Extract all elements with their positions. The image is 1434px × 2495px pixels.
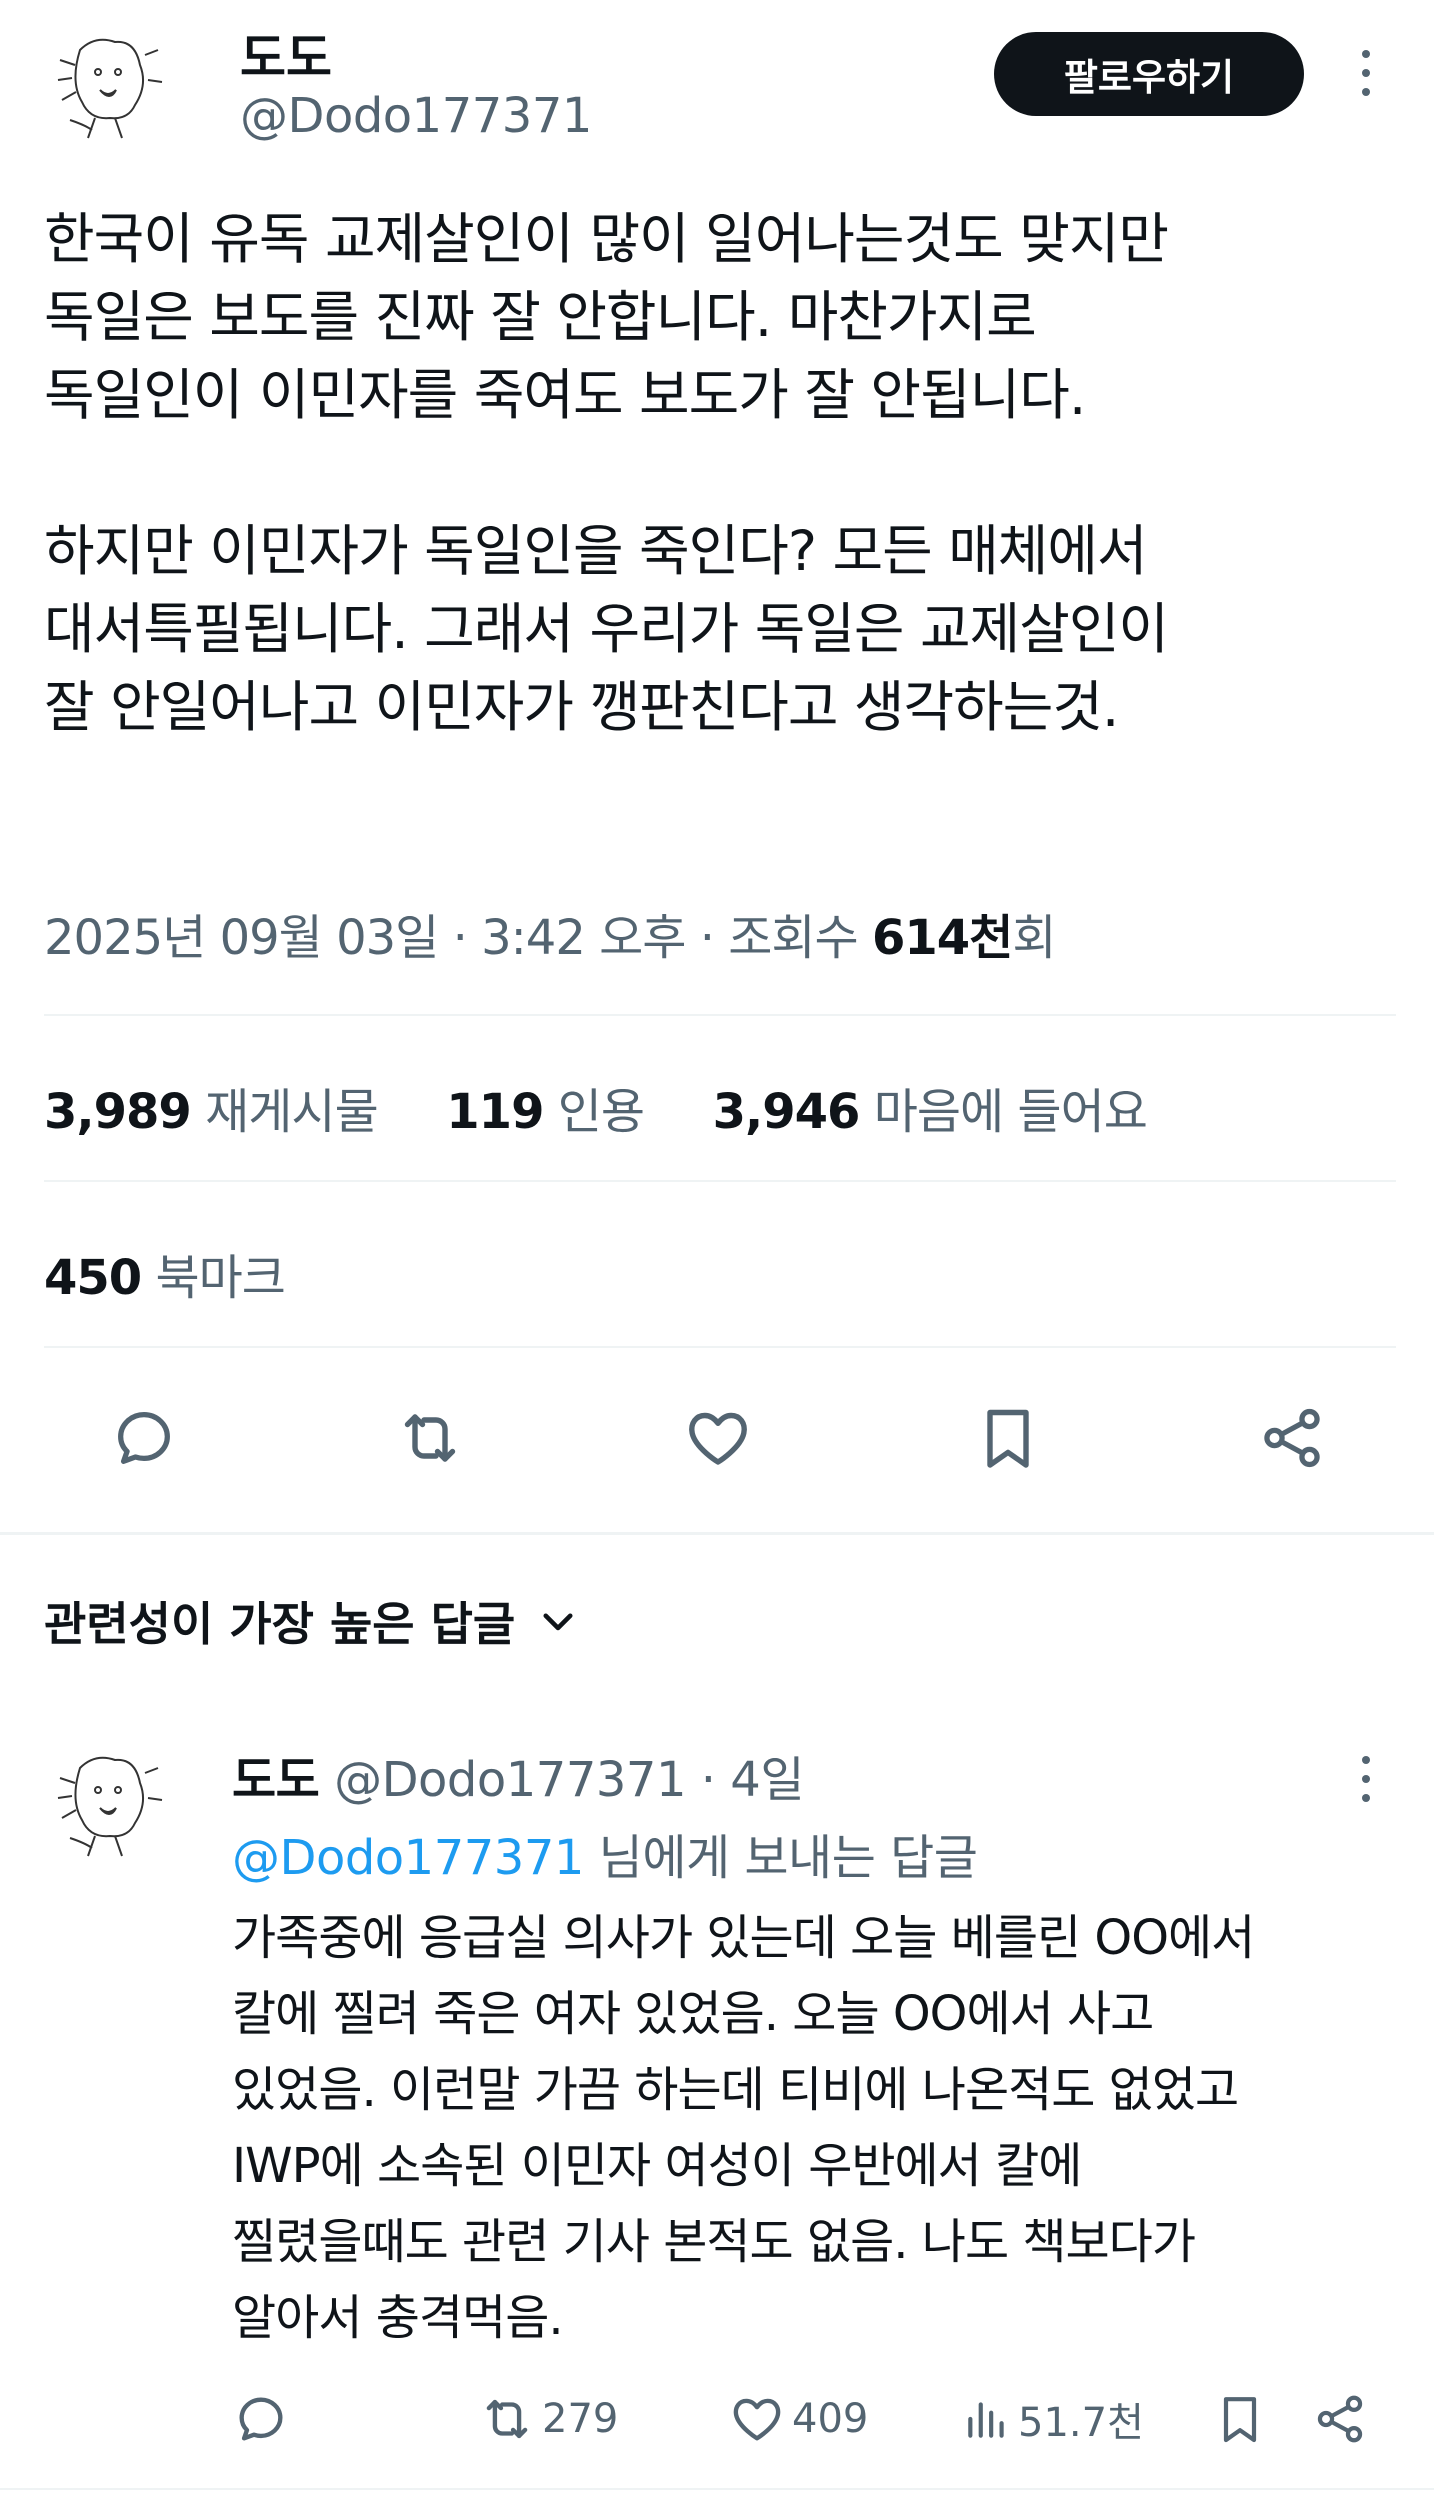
reply-like-count: 409 [792,2396,869,2442]
reply-more-options-icon[interactable] [1356,1756,1376,1802]
replies-sort-label: 관련성이 가장 높은 답글 [44,1597,516,1651]
like-icon [733,2398,781,2441]
reply-text: 가족중에 응급실 의사가 있는데 오늘 베를린 OO에서 칼에 찔려 죽은 여자… [232,1910,1255,2346]
like-icon[interactable] [678,1398,758,1478]
replying-to: @Dodo177371 님에게 보내는 답글 [232,1818,978,1888]
reply-author-handle[interactable]: @Dodo177371 [334,1752,686,1808]
reply-author-avatar[interactable] [40,1738,170,1868]
replying-to-text: 님에게 보내는 답글 [583,1830,978,1886]
bottom-divider [0,2488,1434,2490]
reply-time[interactable]: · 4일 [701,1752,805,1808]
repost-icon[interactable] [390,1398,470,1478]
reposts-stat[interactable]: 3,989 재게시물 [44,1084,379,1140]
reply-bookmark-button[interactable] [1212,2384,1274,2454]
reply-repost-button[interactable]: 279 [478,2384,618,2454]
share-icon[interactable] [1252,1398,1332,1478]
avatar-sketch-icon [57,38,163,139]
follow-button[interactable]: 팔로우하기 [994,32,1304,116]
reply-icon[interactable] [104,1398,184,1478]
tweet-timestamp[interactable]: 2025년 09월 03일 · 3:42 오후 · 조회수 [44,910,872,966]
avatar-sketch-icon [57,1756,163,1857]
bookmark-icon [1223,2397,1257,2443]
tweet-views-suffix: 회 [1012,910,1056,966]
reply-share-button[interactable] [1312,2384,1374,2454]
engagement-stats: 3,989 재게시물 119 인용 3,946 마음에 들어요 [44,1072,1148,1142]
reply-repost-count: 279 [542,2396,619,2442]
section-divider [0,1532,1434,1535]
reply-views-button[interactable]: 51.7천 [962,2384,1144,2454]
chevron-down-icon [543,1613,573,1631]
tweet-meta: 2025년 09월 03일 · 3:42 오후 · 조회수 614천회 [44,898,1057,968]
author-avatar[interactable] [40,20,170,150]
quotes-stat[interactable]: 119 인용 [446,1084,645,1140]
divider [44,1180,1396,1182]
divider [44,1014,1396,1016]
tweet-views: 614천 [871,910,1013,966]
repost-icon [486,2399,528,2439]
reply-views-count: 51.7천 [1018,2400,1144,2446]
reply-icon [239,2397,283,2441]
reply-mention-link[interactable]: @Dodo177371 [232,1830,584,1886]
tweet-text: 한국이 유독 교제살인이 많이 일어나는것도 맞지만 독일은 보도를 진짜 잘 … [44,207,1169,739]
author-name[interactable]: 도도 [240,18,332,90]
reply-reply-button[interactable] [232,2384,296,2454]
bookmarks-stat[interactable]: 450 북마크 [44,1238,286,1308]
divider [44,1346,1396,1348]
reply-header: 도도 @Dodo177371 · 4일 [232,1740,804,1810]
views-chart-icon [968,2402,1004,2438]
replies-sort-dropdown[interactable]: 관련성이 가장 높은 답글 [44,1588,579,1654]
reply-author-name[interactable]: 도도 [232,1752,320,1808]
likes-stat[interactable]: 3,946 마음에 들어요 [713,1084,1148,1140]
bookmark-icon[interactable] [968,1398,1048,1478]
more-options-icon[interactable] [1356,50,1376,96]
share-icon [1317,2395,1363,2443]
reply-like-button[interactable]: 409 [728,2384,868,2454]
author-handle[interactable]: @Dodo177371 [240,88,592,144]
